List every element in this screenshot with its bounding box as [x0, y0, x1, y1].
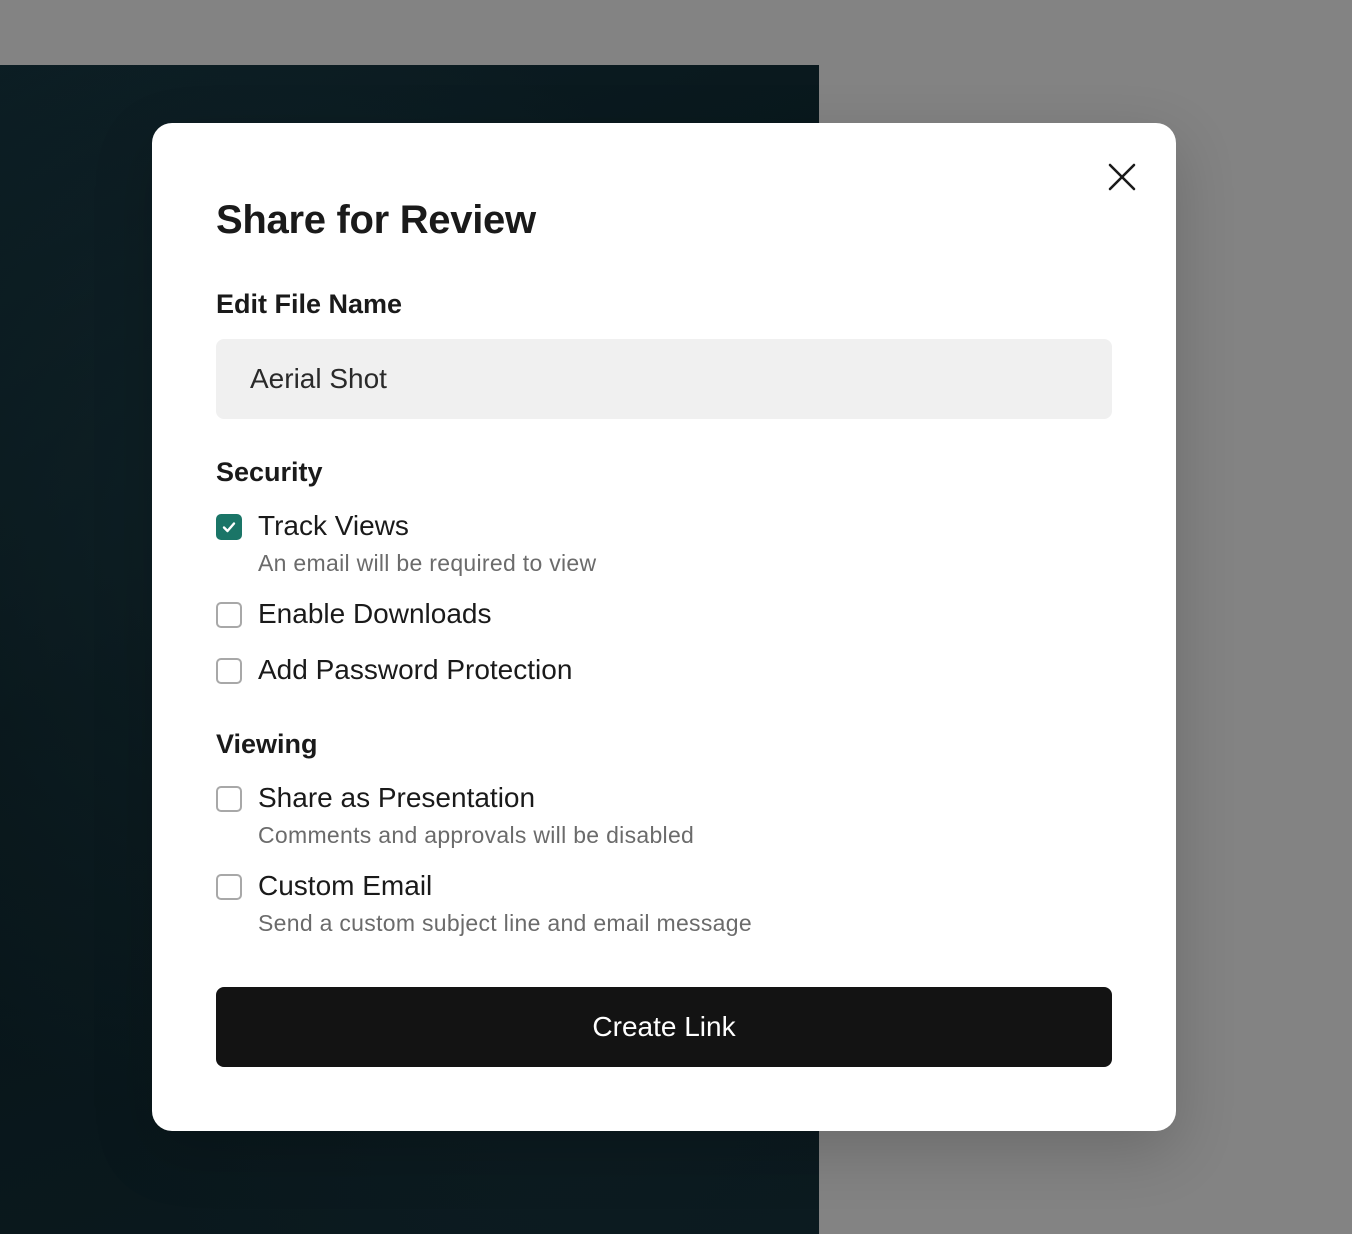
enable-downloads-label[interactable]: Enable Downloads: [258, 596, 492, 632]
custom-email-description: Send a custom subject line and email mes…: [258, 910, 752, 936]
close-button[interactable]: [1104, 159, 1140, 195]
enable-downloads-checkbox[interactable]: [216, 602, 242, 628]
file-name-label: Edit File Name: [216, 289, 403, 319]
track-views-description: An email will be required to view: [258, 550, 597, 576]
security-heading: Security: [216, 457, 323, 487]
share-for-review-dialog: Share for Review Edit File Name Security…: [152, 123, 1176, 1131]
file-name-input[interactable]: [216, 339, 1112, 419]
create-link-button[interactable]: Create Link: [216, 987, 1112, 1067]
share-as-presentation-label[interactable]: Share as Presentation: [258, 780, 535, 816]
checkmark-icon: [222, 522, 236, 533]
viewing-heading: Viewing: [216, 729, 318, 759]
track-views-checkbox[interactable]: [216, 514, 242, 540]
custom-email-checkbox[interactable]: [216, 874, 242, 900]
share-as-presentation-description: Comments and approvals will be disabled: [258, 822, 695, 848]
password-protection-label[interactable]: Add Password Protection: [258, 652, 572, 688]
track-views-label[interactable]: Track Views: [258, 508, 409, 544]
custom-email-label[interactable]: Custom Email: [258, 868, 432, 904]
close-icon: [1108, 163, 1136, 191]
share-as-presentation-checkbox[interactable]: [216, 786, 242, 812]
dialog-title: Share for Review: [216, 198, 536, 242]
password-protection-checkbox[interactable]: [216, 658, 242, 684]
